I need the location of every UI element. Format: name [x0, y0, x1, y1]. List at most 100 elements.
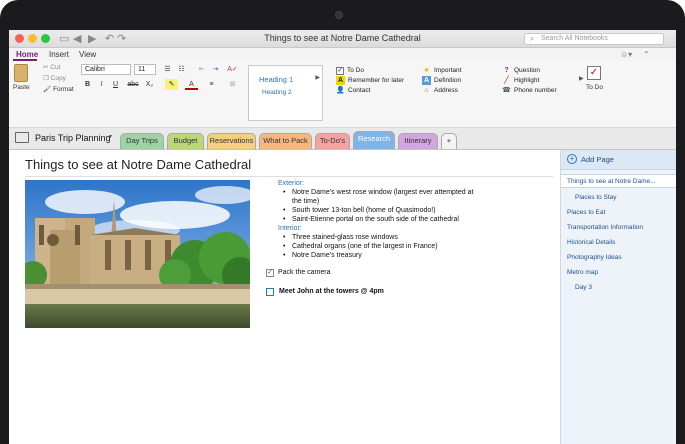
- paste-label[interactable]: Paste: [13, 83, 30, 92]
- underline-button[interactable]: U: [109, 79, 122, 90]
- search-notebooks-field[interactable]: ⌕ Search All Notebooks: [524, 33, 664, 45]
- page-canvas[interactable]: Things to see at Notre Dame Cathedral Ex…: [9, 150, 560, 444]
- add-page-icon: +: [567, 154, 577, 164]
- interior-item[interactable]: Cathedral organs (one of the largest in …: [283, 242, 438, 252]
- tags-more-icon[interactable]: ▶: [579, 75, 584, 84]
- tag-highlight-label: Highlight: [514, 77, 540, 84]
- notebook-list-icon[interactable]: [15, 132, 29, 143]
- search-placeholder: Search All Notebooks: [541, 35, 608, 42]
- todo-checkbox-icon[interactable]: ✓: [587, 66, 601, 80]
- cut-button[interactable]: ✂ Cut: [43, 63, 60, 72]
- tag-todo[interactable]: ✓ To Do: [336, 66, 364, 75]
- paste-icon[interactable]: [14, 64, 28, 82]
- notre-dame-photo: [25, 180, 250, 328]
- tag-address[interactable]: ⌂ Address: [422, 86, 457, 95]
- numbering-icon[interactable]: ☷: [175, 64, 188, 75]
- exterior-item[interactable]: South tower 13-ton bell (home of Quasimo…: [283, 206, 436, 216]
- style-heading2[interactable]: Heading 2: [262, 89, 292, 96]
- page-list-item[interactable]: Metro map: [567, 268, 598, 277]
- tag-definition[interactable]: A Definition: [422, 76, 461, 85]
- tag-phone-label: Phone number: [514, 87, 557, 94]
- tag-phone[interactable]: ☎ Phone number: [502, 86, 557, 95]
- copy-button[interactable]: ❐ Copy: [43, 74, 66, 83]
- highlight-icon[interactable]: ✎: [165, 79, 178, 90]
- spelling-icon[interactable]: A✓: [226, 64, 239, 75]
- tag-definition-label: Definition: [434, 77, 462, 84]
- ribbon: Paste ✂ Cut ❐ Copy 🖌 Format Calibri 11 ☰…: [9, 61, 676, 128]
- todo-pack-camera[interactable]: Pack the camera: [278, 268, 331, 277]
- app-window: ▭ ◀ ▶ ↶ ↷ Things to see at Notre Dame Ca…: [9, 30, 676, 444]
- add-page-label: Add Page: [581, 155, 614, 164]
- page-list-item[interactable]: Day 3: [575, 283, 592, 292]
- interior-heading[interactable]: Interior:: [278, 224, 302, 233]
- page-list-item[interactable]: Transportation Information: [567, 223, 643, 232]
- todo-unchecked-checkbox[interactable]: [266, 288, 274, 296]
- tab-insert[interactable]: Insert: [49, 49, 69, 60]
- indent-icon[interactable]: ⇥: [209, 64, 222, 75]
- section-tab-budget[interactable]: Budget: [167, 133, 204, 149]
- font-color-button[interactable]: A: [185, 79, 198, 90]
- italic-button[interactable]: I: [95, 79, 108, 90]
- exterior-heading[interactable]: Exterior:: [278, 179, 304, 188]
- notebook-name[interactable]: Paris Trip Planning: [35, 132, 111, 144]
- smiley-feedback-icon[interactable]: ☺▾: [620, 49, 632, 60]
- interior-item[interactable]: Notre Dame's treasury: [283, 251, 362, 261]
- cut-label: Cut: [50, 64, 61, 71]
- page-list-item[interactable]: Historical Details: [567, 238, 615, 247]
- exterior-item-continued[interactable]: the time): [292, 197, 319, 206]
- title-divider: [25, 176, 553, 177]
- notebook-dropdown-icon[interactable]: ▾: [109, 133, 112, 140]
- section-bar: Paris Trip Planning ▾ Day Trips Budget Res…: [9, 128, 676, 150]
- tag-contact[interactable]: 👤 Contact: [336, 86, 370, 95]
- todo-tag-button[interactable]: To Do: [586, 83, 603, 92]
- page-title[interactable]: Things to see at Notre Dame Cathedral: [25, 157, 251, 172]
- exterior-item[interactable]: Notre Dame's west rose window (largest e…: [283, 188, 473, 198]
- strikethrough-button[interactable]: abc: [125, 79, 141, 90]
- page-list-item[interactable]: Places to Stay: [575, 193, 617, 202]
- tag-question-label: Question: [514, 67, 541, 74]
- add-page-button[interactable]: + Add Page: [561, 150, 676, 170]
- collapse-ribbon-icon[interactable]: ⌃: [643, 49, 650, 60]
- section-tab-to-do-s[interactable]: To-Do's: [315, 133, 350, 149]
- section-tab-itinerary[interactable]: Itinerary: [398, 133, 438, 149]
- tag-remember[interactable]: A Remember for later: [336, 76, 404, 85]
- style-heading1[interactable]: Heading 1: [259, 75, 293, 84]
- bold-button[interactable]: B: [81, 79, 94, 90]
- copy-label: Copy: [50, 75, 66, 82]
- exterior-item[interactable]: Saint-Etienne portal on the south side o…: [283, 215, 459, 225]
- page-list-item[interactable]: Things to see at Notre Dame...: [567, 177, 656, 186]
- font-size-select[interactable]: 11: [134, 64, 156, 75]
- page-list-item[interactable]: Photography Ideas: [567, 253, 622, 262]
- tag-important[interactable]: ★ Important: [422, 66, 461, 75]
- title-bar: ▭ ◀ ▶ ↶ ↷ Things to see at Notre Dame Ca…: [9, 30, 676, 48]
- format-label: Format: [53, 86, 74, 93]
- outdent-icon[interactable]: ⇤: [195, 64, 208, 75]
- font-family-select[interactable]: Calibri: [81, 64, 131, 75]
- search-icon: ⌕: [530, 34, 535, 43]
- section-tab-what-to-pack[interactable]: What to Pack: [259, 133, 312, 149]
- tag-important-label: Important: [434, 67, 462, 74]
- bullets-icon[interactable]: ☰: [161, 64, 174, 75]
- ribbon-tab-bar: Home Insert View ☺▾ ⌃: [9, 48, 676, 61]
- pages-panel: + Add Page Things to see at Notre Dame..…: [560, 150, 676, 444]
- tag-highlight[interactable]: ╱ Highlight: [502, 76, 539, 85]
- section-tab-reservations[interactable]: Reservations: [207, 133, 256, 149]
- tab-view[interactable]: View: [79, 49, 96, 60]
- clear-format-icon[interactable]: ⊠: [226, 79, 239, 90]
- styles-gallery[interactable]: Heading 1 Heading 2 ▶: [248, 65, 323, 121]
- interior-item[interactable]: Three stained-glass rose windows: [283, 233, 398, 243]
- section-tab-day-trips[interactable]: Day Trips: [120, 133, 164, 149]
- tag-remember-label: Remember for later: [348, 77, 404, 84]
- tags-gallery: ✓ To Do A Remember for later 👤 Contact ★ Imp…: [332, 63, 584, 123]
- styles-more-icon[interactable]: ▶: [315, 74, 320, 81]
- subscript-button[interactable]: X₂: [143, 79, 156, 90]
- page-list-item[interactable]: Places to Eat: [567, 208, 605, 217]
- todo-checked-checkbox[interactable]: ✓: [266, 269, 274, 277]
- format-painter-button[interactable]: 🖌 Format: [43, 85, 74, 94]
- section-tab-research[interactable]: Research: [353, 131, 395, 149]
- tag-contact-label: Contact: [348, 87, 371, 94]
- add-section-button[interactable]: +: [441, 133, 457, 149]
- align-icon[interactable]: ≡: [205, 79, 218, 90]
- todo-meet-john[interactable]: Meet John at the towers @ 4pm: [279, 287, 384, 296]
- tag-question[interactable]: ? Question: [502, 66, 540, 75]
